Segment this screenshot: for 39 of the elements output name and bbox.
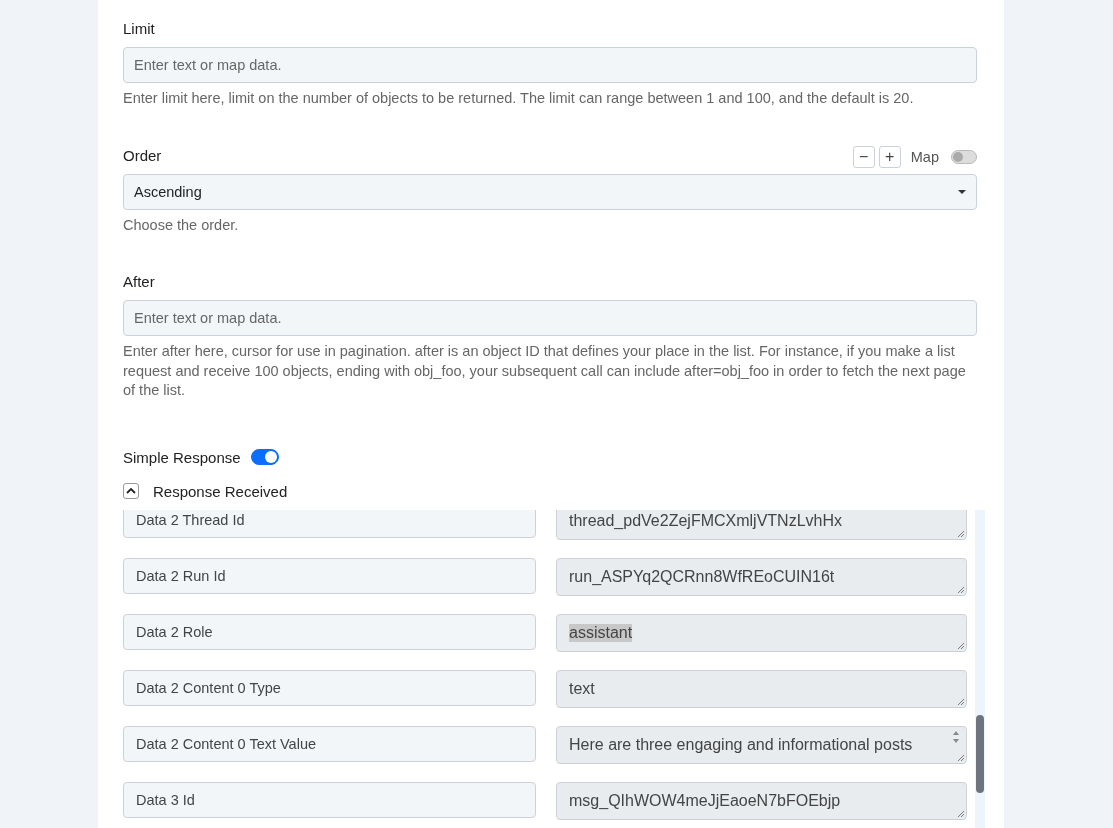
response-key-field: Data 2 Content 0 Text Value <box>123 725 536 762</box>
plus-button[interactable]: + <box>878 145 901 168</box>
response-value-field[interactable]: text <box>556 669 967 708</box>
response-value-field[interactable]: msg_QIhWOW4meJjEaoeN7bFOEbjp <box>556 781 967 820</box>
response-key-field: Data 2 Content 0 Type <box>123 669 536 706</box>
map-toggle[interactable] <box>951 149 977 164</box>
response-value-field[interactable]: Here are three engaging and informational posts <box>556 725 967 764</box>
resize-grip-icon[interactable] <box>957 697 964 705</box>
response-key-field: Data 3 Id <box>123 781 536 818</box>
resize-grip-icon[interactable] <box>957 585 964 593</box>
response-key-field: Data 2 Role <box>123 613 536 650</box>
map-label: Map <box>910 148 939 165</box>
resize-grip-icon[interactable] <box>957 529 964 537</box>
chevron-up-icon <box>126 488 136 494</box>
response-key-field: Data 2 Run Id <box>123 557 536 594</box>
resize-grip-icon[interactable] <box>957 641 964 649</box>
after-input[interactable]: Enter text or map data. <box>123 300 977 336</box>
simple-response-label: Simple Response <box>123 448 241 466</box>
caret-icon <box>958 189 966 194</box>
resize-grip-icon[interactable] <box>957 809 964 817</box>
limit-input[interactable]: Enter text or map data. <box>123 47 977 83</box>
scrollbar-thumb[interactable] <box>976 714 984 793</box>
help-text: Choose the order. <box>123 215 240 235</box>
order-dropdown[interactable]: Ascending <box>123 173 977 210</box>
spinner-arrows-icon[interactable] <box>952 729 960 744</box>
response-value-field[interactable]: assistant <box>556 613 967 652</box>
field-label: Limit <box>123 20 155 37</box>
response-key-field: Data 2 Thread Id <box>123 509 536 538</box>
response-value-field[interactable]: run_ASPYq2QCRnn8WfREoCUIN16t <box>556 557 967 596</box>
help-text: Enter limit here, limit on the number of objects to be returned. The limit can range between 1 and 100, and the default is 20. <box>123 89 915 108</box>
simple-response-toggle[interactable] <box>250 449 279 465</box>
field-label: Order <box>123 146 162 164</box>
response-value-field[interactable]: thread_pdVe2ZejFMCXmljVTNzLvhHx <box>556 509 967 540</box>
section-title: Response Received <box>153 482 288 500</box>
minus-button[interactable]: − <box>852 145 875 168</box>
collapse-button[interactable] <box>123 483 139 499</box>
resize-grip-icon[interactable] <box>957 753 964 761</box>
field-label: After <box>123 273 155 290</box>
help-text: Enter after here, cursor for use in pagination. after is an object ID that defines your place in the list. For instance, if you make a list request and receive 100 objects, ending with obj_foo, your subsequent call can include after=obj_foo in order to fetch the next page of the list. <box>123 342 967 400</box>
